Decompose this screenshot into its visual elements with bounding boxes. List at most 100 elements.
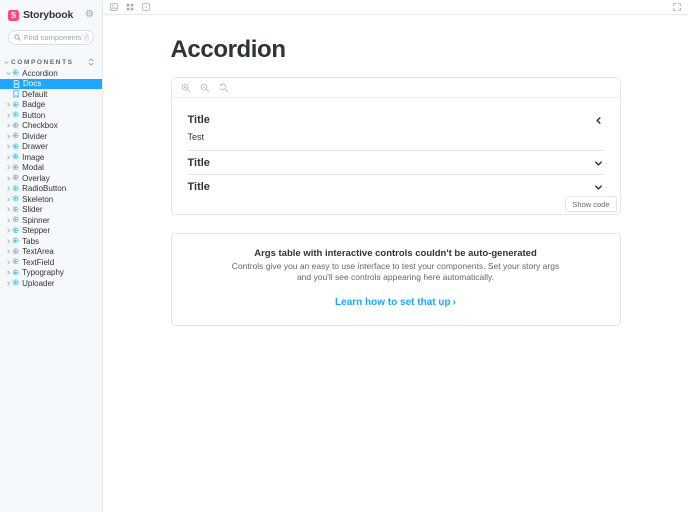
zoom-in-icon[interactable] — [181, 83, 191, 93]
search-box[interactable]: / — [8, 30, 94, 45]
component-icon: ⊕ — [12, 164, 19, 172]
sidebar-item-overlay[interactable]: ⊕ Overlay — [0, 173, 102, 184]
sidebar-item-label: Spinner — [22, 216, 50, 225]
chevron-right-icon — [5, 270, 12, 275]
zoom-out-icon[interactable] — [200, 83, 210, 93]
sidebar-item-label: Stepper — [22, 226, 50, 235]
sidebar-item-accordion[interactable]: ⊕ Accordion — [0, 68, 102, 79]
component-icon: ⊕ — [12, 279, 19, 287]
sidebar-item-label: TextField — [22, 258, 54, 267]
component-icon: ⊕ — [12, 174, 19, 182]
fullscreen-icon[interactable] — [673, 3, 681, 11]
args-description: Controls give you an easy to use interfa… — [232, 261, 560, 283]
sidebar-item-drawer[interactable]: ⊕ Drawer — [0, 142, 102, 153]
accordion-content: Test — [188, 131, 604, 150]
sidebar-item-default[interactable]: Default — [0, 89, 102, 100]
section-components[interactable]: COMPONENTS — [0, 56, 102, 68]
sidebar-item-label: Default — [22, 90, 47, 99]
chevron-right-icon — [5, 186, 12, 191]
viewport-box-icon[interactable] — [142, 3, 150, 11]
component-icon: ⊕ — [12, 195, 19, 203]
sidebar-item-label: Drawer — [22, 142, 48, 151]
accordion-title: Title — [188, 157, 210, 169]
sidebar-item-label: Badge — [22, 100, 45, 109]
sidebar-item-radiobutton[interactable]: ⊕ RadioButton — [0, 184, 102, 195]
component-icon: ⊕ — [12, 258, 19, 266]
sidebar-item-textarea[interactable]: ⊕ TextArea — [0, 247, 102, 258]
sidebar-item-label: Slider — [22, 205, 42, 214]
search-input[interactable] — [24, 33, 84, 42]
sidebar-item-slider[interactable]: ⊕ Slider — [0, 205, 102, 216]
sidebar-item-button[interactable]: ⊕ Button — [0, 110, 102, 121]
accordion-title: Title — [188, 114, 210, 126]
sidebar-item-uploader[interactable]: ⊕ Uploader — [0, 278, 102, 289]
sidebar-item-image[interactable]: ⊕ Image — [0, 152, 102, 163]
accordion-header[interactable]: Title — [188, 175, 604, 198]
accordion: Title Test Ti — [188, 108, 604, 198]
sidebar-item-label: Overlay — [22, 174, 50, 183]
chevron-right-icon — [5, 176, 12, 181]
sidebar-item-textfield[interactable]: ⊕ TextField — [0, 257, 102, 268]
docs-scroll-area[interactable]: Accordion — [103, 15, 688, 512]
chevron-right-icon — [5, 155, 12, 160]
section-label: COMPONENTS — [11, 59, 74, 66]
sidebar-item-docs[interactable]: Docs — [0, 79, 102, 90]
accordion-header[interactable]: Title — [188, 108, 604, 131]
sidebar-item-label: Typography — [22, 268, 64, 277]
sidebar-item-label: Tabs — [22, 237, 39, 246]
sidebar-item-tabs[interactable]: ⊕ Tabs — [0, 236, 102, 247]
canvas-photo-icon[interactable] — [110, 3, 118, 11]
component-icon: ⊕ — [12, 248, 19, 256]
chevron-right-icon — [5, 113, 12, 118]
sidebar-item-divider[interactable]: ⊕ Divider — [0, 131, 102, 142]
zoom-reset-icon[interactable] — [219, 83, 229, 93]
search-shortcut-badge: / — [84, 33, 89, 43]
chevron-icon — [594, 115, 604, 125]
docs-page: Accordion — [171, 15, 621, 326]
storybook-logo-icon: S — [8, 10, 19, 21]
chevron-right-icon — [5, 207, 12, 212]
sidebar-item-typography[interactable]: ⊕ Typography — [0, 268, 102, 279]
chevron-down-icon — [5, 71, 12, 76]
component-tree: COMPONENTS ⊕ Accordion Docs Default — [0, 56, 102, 289]
component-icon: ⊕ — [12, 206, 19, 214]
sidebar-item-label: Skeleton — [22, 195, 53, 204]
sidebar-item-badge[interactable]: ⊕ Badge — [0, 100, 102, 111]
gear-icon[interactable]: ⚙ — [85, 10, 94, 20]
accordion-header[interactable]: Title — [188, 151, 604, 174]
args-heading: Args table with interactive controls cou… — [202, 248, 590, 259]
component-icon: ⊕ — [12, 143, 19, 151]
main-area: Accordion — [103, 0, 688, 512]
chevron-icon — [594, 158, 604, 168]
sidebar-components-list: ⊕ Badge ⊕ Button ⊕ Checkbox — [0, 100, 102, 289]
chevron-right-icon — [5, 239, 12, 244]
toolbar-left-group — [110, 3, 150, 11]
show-code-button[interactable]: Show code — [565, 196, 616, 212]
sidebar-item-modal[interactable]: ⊕ Modal — [0, 163, 102, 174]
sidebar-item-label: RadioButton — [22, 184, 66, 193]
chevron-right-icon — [5, 165, 12, 170]
component-icon: ⊕ — [12, 216, 19, 224]
search-icon — [14, 34, 21, 41]
component-icon: ⊕ — [12, 132, 19, 140]
learn-link[interactable]: Learn how to set that up › — [335, 297, 456, 308]
chevron-right-icon — [5, 123, 12, 128]
sidebar-item-spinner[interactable]: ⊕ Spinner — [0, 215, 102, 226]
component-icon: ⊕ — [12, 237, 19, 245]
chevron-right-icon: › — [453, 297, 456, 308]
sidebar-item-skeleton[interactable]: ⊕ Skeleton — [0, 194, 102, 205]
sidebar-item-stepper[interactable]: ⊕ Stepper — [0, 226, 102, 237]
chevron-right-icon — [5, 144, 12, 149]
sidebar-item-checkbox[interactable]: ⊕ Checkbox — [0, 121, 102, 132]
chevron-right-icon — [5, 249, 12, 254]
chevron-icon — [594, 182, 604, 192]
sidebar: S Storybook ⚙ / COMPONENTS ⊕ Accordion — [0, 0, 103, 512]
sidebar-item-label: Checkbox — [22, 121, 58, 130]
chevron-right-icon — [5, 281, 12, 286]
chevron-right-icon — [5, 134, 12, 139]
sidebar-item-label: Image — [22, 153, 44, 162]
collapse-expand-all-icon[interactable] — [88, 58, 94, 66]
sidebar-item-label: Button — [22, 111, 45, 120]
page-title: Accordion — [171, 36, 621, 64]
grid-icon[interactable] — [126, 3, 134, 11]
